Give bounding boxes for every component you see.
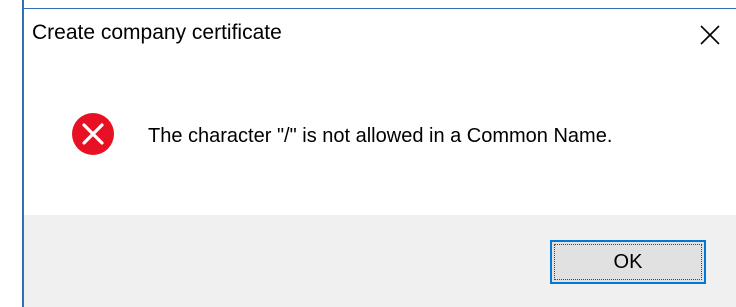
ok-button-label: OK (613, 250, 643, 273)
error-icon (72, 113, 114, 155)
dialog-title: Create company certificate (32, 21, 282, 44)
close-icon (700, 25, 720, 45)
message-area: The character "/" is not allowed in a Co… (24, 63, 736, 215)
error-dialog: Create company certificate The character… (0, 0, 736, 307)
close-button[interactable] (688, 13, 732, 57)
button-bar: OK (24, 215, 736, 307)
title-bar[interactable]: Create company certificate (24, 9, 736, 63)
error-message: The character "/" is not allowed in a Co… (148, 125, 613, 147)
ok-button[interactable]: OK (550, 240, 706, 284)
